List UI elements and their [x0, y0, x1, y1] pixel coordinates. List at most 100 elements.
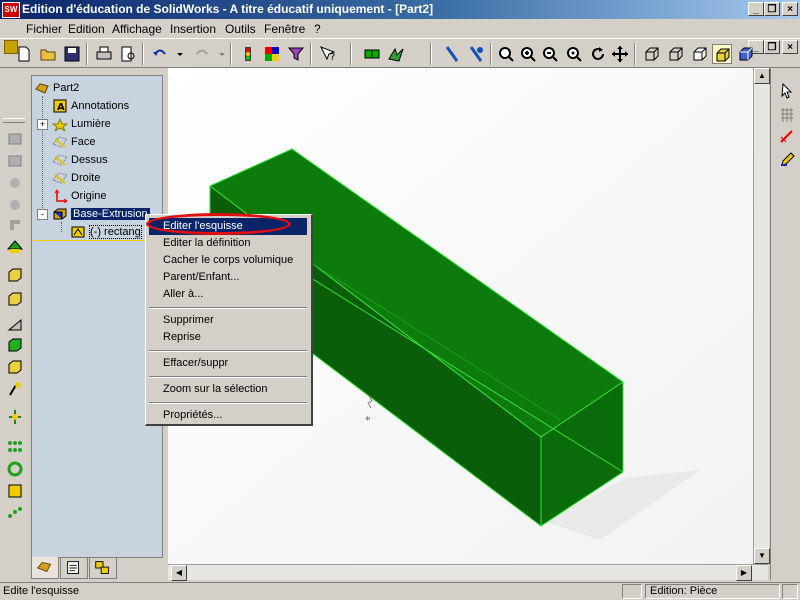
tab-feature-manager[interactable]: [31, 557, 59, 579]
menu-outils[interactable]: Outils: [225, 22, 256, 36]
zoom-window-icon[interactable]: [540, 44, 560, 64]
menu-item-cacher-corps[interactable]: Cacher le corps volumique: [149, 252, 307, 269]
revolve-cut-icon[interactable]: [5, 238, 25, 256]
revolve-boss-icon[interactable]: [5, 152, 25, 170]
new-document-icon[interactable]: [14, 44, 34, 64]
selection-filter-icon[interactable]: [286, 44, 306, 64]
menu-bar: Fichier Edition Affichage Insertion Outi…: [0, 19, 800, 54]
solidworks-app-icon[interactable]: SW: [2, 2, 20, 18]
fillet-icon[interactable]: [5, 266, 25, 284]
extrude-boss-icon[interactable]: [5, 130, 25, 148]
standard-toolbar: ?: [0, 38, 800, 68]
tree-item-face-plane[interactable]: Face: [52, 134, 95, 150]
tree-root-part[interactable]: Part2: [34, 80, 79, 96]
scroll-up-button[interactable]: ▲: [754, 68, 770, 84]
menu-help[interactable]: ?: [314, 22, 321, 36]
menu-item-aller-a[interactable]: Aller à...: [149, 286, 307, 303]
menu-fichier[interactable]: Fichier: [26, 22, 62, 36]
sketch-pencil-icon[interactable]: [778, 150, 796, 168]
menu-item-editer-definition[interactable]: Editer la définition: [149, 235, 307, 252]
shell-icon[interactable]: [5, 336, 25, 354]
tree-item-lumiere[interactable]: + Lumière: [37, 116, 111, 133]
menu-affichage[interactable]: Affichage: [112, 22, 162, 36]
dimension-icon[interactable]: [778, 128, 796, 146]
redo-icon[interactable]: [192, 44, 212, 64]
shaded-icon[interactable]: [712, 44, 732, 64]
hidden-lines-removed-icon[interactable]: [690, 44, 710, 64]
base-extrusion-label: Base-Extrusion: [71, 208, 150, 220]
features-toolbar: [0, 68, 29, 580]
zoom-in-out-icon[interactable]: [518, 44, 538, 64]
rotate-view-icon[interactable]: [588, 44, 608, 64]
loft-icon[interactable]: [5, 196, 25, 214]
grid-icon[interactable]: [778, 106, 796, 124]
measure-icon[interactable]: [442, 44, 462, 64]
mirror-feature-icon[interactable]: [5, 482, 25, 500]
tree-item-dessus-plane[interactable]: Dessus: [52, 152, 108, 168]
appearance-icon[interactable]: [466, 44, 486, 64]
tab-property-manager[interactable]: [60, 557, 88, 579]
rebuild-icon[interactable]: [238, 44, 258, 64]
extrude-cut-icon[interactable]: [5, 216, 25, 234]
menu-item-supprimer[interactable]: Supprimer: [149, 312, 307, 329]
circular-pattern-icon[interactable]: [5, 460, 25, 478]
print-icon[interactable]: [94, 44, 114, 64]
menu-item-reprise[interactable]: Reprise: [149, 329, 307, 346]
part-icon: [34, 81, 50, 95]
chamfer-icon[interactable]: [5, 290, 25, 308]
menu-item-effacer-suppr[interactable]: Effacer/suppr: [149, 355, 307, 372]
menu-fenetre[interactable]: Fenêtre: [264, 22, 305, 36]
svg-text:?: ?: [330, 52, 335, 63]
mirror-icon[interactable]: [5, 408, 25, 426]
tree-item-droite-plane[interactable]: Droite: [52, 170, 100, 186]
hidden-lines-icon[interactable]: [666, 44, 686, 64]
draft-icon[interactable]: [5, 358, 25, 376]
undo-icon[interactable]: [150, 44, 170, 64]
menu-item-parent-enfant[interactable]: Parent/Enfant...: [149, 269, 307, 286]
whats-this-icon[interactable]: ?: [318, 44, 338, 64]
tree-item-annotations[interactable]: A Annotations: [52, 98, 129, 114]
hole-wizard-icon[interactable]: [5, 380, 25, 398]
smart-dimension-icon[interactable]: [386, 44, 406, 64]
vertical-scrollbar[interactable]: ▲ ▼: [753, 68, 770, 564]
tree-item-sketch-rectangle[interactable]: (-) rectang: [70, 224, 142, 240]
undo-dropdown-icon[interactable]: [170, 44, 183, 64]
sketch-icon: [70, 225, 86, 239]
menu-item-proprietes[interactable]: Propriétés...: [149, 407, 307, 424]
redo-dropdown-icon[interactable]: [212, 44, 225, 64]
highlight-ellipse: [146, 213, 291, 235]
menu-edition[interactable]: Edition: [68, 22, 105, 36]
svg-text:*: *: [365, 414, 371, 427]
scroll-down-button[interactable]: ▼: [754, 548, 770, 564]
zoom-to-fit-icon[interactable]: [496, 44, 516, 64]
linear-pattern-icon[interactable]: [5, 438, 25, 456]
sweep-icon[interactable]: [5, 174, 25, 192]
open-folder-icon[interactable]: [38, 44, 58, 64]
minimize-button[interactable]: _: [748, 2, 764, 16]
select-arrow-icon[interactable]: [778, 82, 796, 100]
color-palette-icon[interactable]: [262, 44, 282, 64]
shaded-edges-icon[interactable]: [736, 44, 756, 64]
curve-pattern-icon[interactable]: [5, 504, 25, 522]
collapse-toggle[interactable]: -: [37, 208, 48, 220]
rib-icon[interactable]: [5, 316, 25, 334]
wireframe-icon[interactable]: [642, 44, 662, 64]
scroll-right-button[interactable]: ▶: [736, 565, 752, 581]
menu-insertion[interactable]: Insertion: [170, 22, 216, 36]
tree-item-origine[interactable]: Origine: [52, 188, 106, 204]
scroll-left-button[interactable]: ◀: [171, 565, 187, 581]
maximize-button[interactable]: ❐: [764, 2, 780, 16]
horizontal-scrollbar[interactable]: ◀ ▶: [168, 564, 768, 581]
print-preview-icon[interactable]: [118, 44, 138, 64]
light-icon: [51, 117, 69, 133]
tab-configuration-manager[interactable]: [89, 557, 117, 579]
pan-icon[interactable]: [610, 44, 630, 64]
zoom-selection-icon[interactable]: [564, 44, 584, 64]
expand-toggle[interactable]: +: [37, 118, 48, 130]
annotations-icon: A: [52, 99, 68, 113]
save-icon[interactable]: [62, 44, 82, 64]
menu-item-zoom-selection[interactable]: Zoom sur la sélection: [149, 381, 307, 398]
close-button[interactable]: ×: [782, 2, 798, 16]
sketch-icon[interactable]: [362, 44, 382, 64]
tree-item-base-extrusion[interactable]: - Base-Extrusion: [37, 206, 150, 222]
